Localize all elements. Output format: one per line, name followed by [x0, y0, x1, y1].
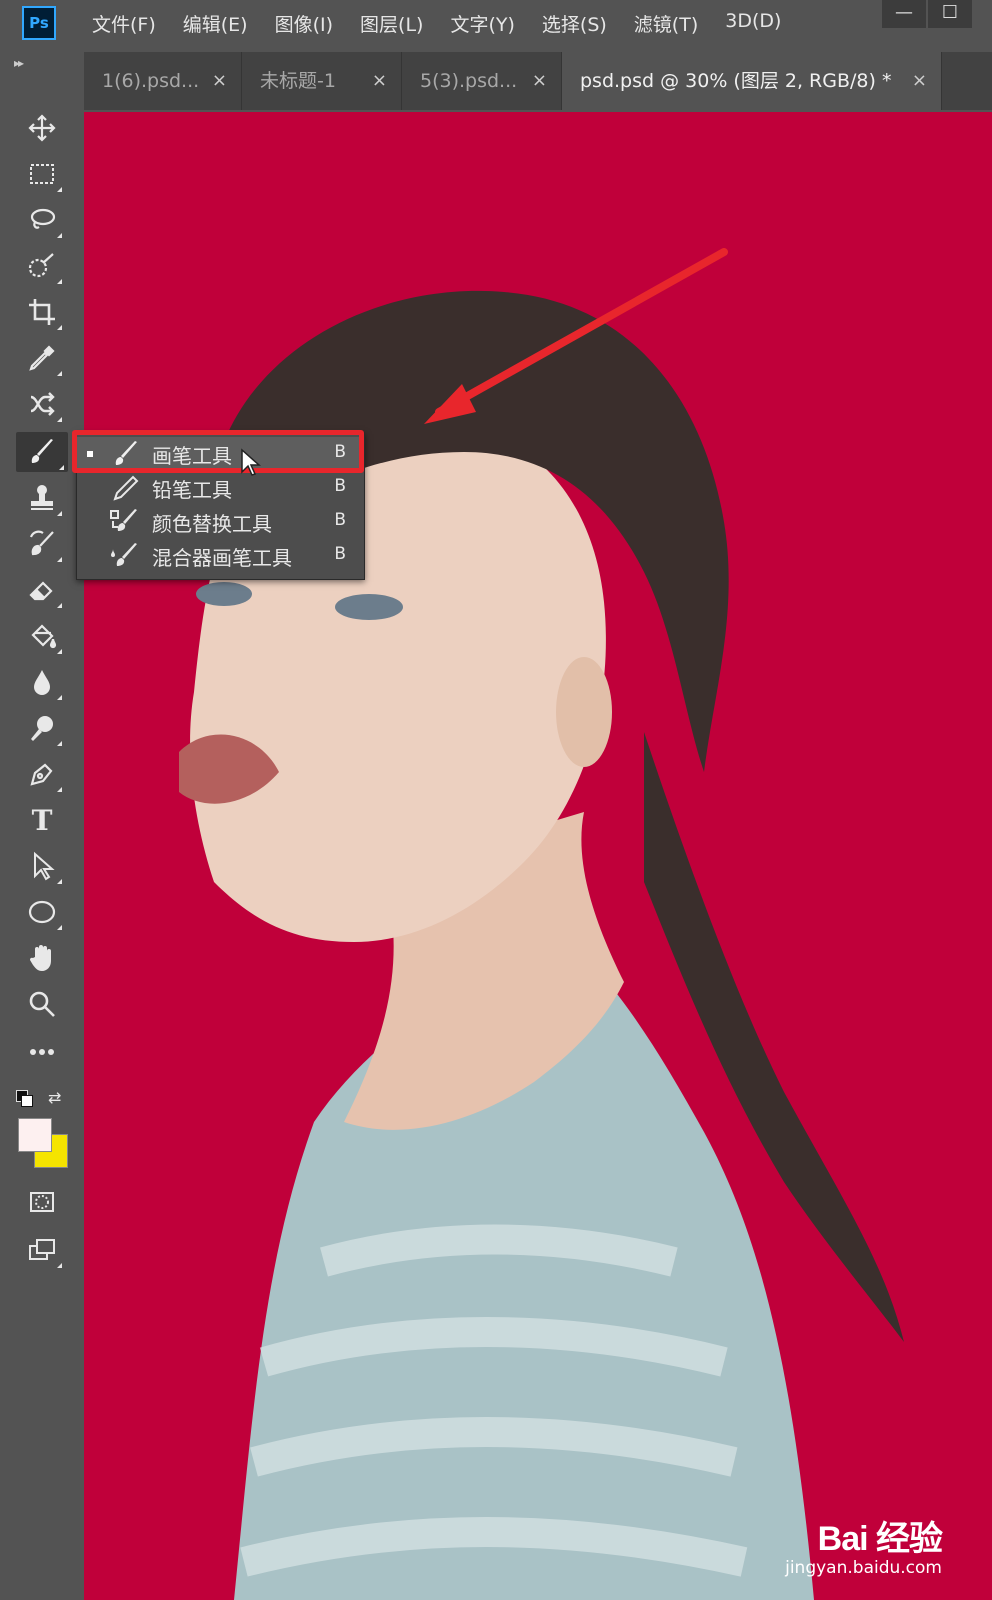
foreground-color-swatch[interactable] [18, 1118, 52, 1152]
crop-icon[interactable] [22, 292, 62, 332]
move-icon[interactable] [22, 108, 62, 148]
hand-icon[interactable] [22, 938, 62, 978]
tools-panel: ▸▸ T ⇄ [0, 52, 84, 1600]
eyedropper-icon[interactable] [22, 338, 62, 378]
tab-close-icon[interactable]: × [212, 52, 227, 110]
window-controls: — ☐ [882, 0, 972, 28]
marquee-icon[interactable] [22, 154, 62, 194]
document-canvas[interactable] [84, 112, 992, 1600]
annotation-highlight-box [72, 430, 364, 473]
flyout-item-pencil[interactable]: 铅笔工具 B [77, 471, 364, 505]
flyout-item-label: 颜色替换工具 [152, 512, 272, 536]
zoom-icon[interactable] [22, 984, 62, 1024]
flyout-item-label: 铅笔工具 [152, 478, 232, 502]
menu-layer[interactable]: 图层(L) [360, 10, 423, 37]
tab-label: psd.psd @ 30% (图层 2, RGB/8) * [580, 70, 892, 92]
menu-image[interactable]: 图像(I) [275, 10, 333, 37]
quick-select-icon[interactable] [22, 246, 62, 286]
pencil-icon [113, 475, 139, 501]
document-tab-bar: 1(6).psd... × 未标题-1 × 5(3).psd... × psd.… [84, 52, 992, 110]
baidu-jingyan-watermark: Bai 经验 jingyan.baidu.com [785, 1511, 943, 1578]
tab-document-1[interactable]: 1(6).psd... × [84, 52, 242, 110]
swap-colors-icon[interactable]: ⇄ [48, 1088, 61, 1107]
tab-label: 未标题-1 [260, 70, 336, 92]
quick-mask-icon[interactable] [22, 1182, 62, 1222]
lasso-icon[interactable] [22, 200, 62, 240]
more-icon[interactable] [22, 1032, 62, 1072]
menu-type[interactable]: 文字(Y) [450, 10, 514, 37]
menu-file[interactable]: 文件(F) [92, 10, 156, 37]
tab-label: 5(3).psd... [420, 70, 518, 92]
tab-label: 1(6).psd... [102, 70, 200, 92]
tab-close-icon[interactable]: × [532, 52, 547, 110]
photoshop-logo: Ps [22, 6, 56, 40]
menu-edit[interactable]: 编辑(E) [183, 10, 248, 37]
shortcut-key: B [334, 476, 346, 496]
stamp-icon[interactable] [22, 478, 62, 518]
watermark-brand: Bai 经验 [817, 1520, 943, 1558]
menu-select[interactable]: 选择(S) [542, 10, 607, 37]
tab-document-active[interactable]: psd.psd @ 30% (图层 2, RGB/8) * × [562, 52, 942, 110]
flyout-item-color-replace[interactable]: 颜色替换工具 B [77, 505, 364, 539]
brush-icon[interactable] [16, 432, 68, 472]
pen-icon[interactable] [22, 754, 62, 794]
blur-icon[interactable] [22, 662, 62, 702]
history-brush-icon[interactable] [22, 524, 62, 564]
menu-filter[interactable]: 滤镜(T) [634, 10, 698, 37]
color-replace-icon [110, 509, 137, 531]
dodge-icon[interactable] [22, 708, 62, 748]
ear [556, 657, 612, 767]
menu-3d[interactable]: 3D(D) [725, 10, 781, 37]
type-icon[interactable]: T [22, 800, 62, 840]
main-menu: 文件(F) 编辑(E) 图像(I) 图层(L) 文字(Y) 选择(S) 滤镜(T… [92, 10, 808, 37]
eraser-icon[interactable] [22, 570, 62, 610]
ellipse-icon[interactable] [22, 892, 62, 932]
mouse-cursor-icon [241, 448, 261, 476]
mixer-brush-icon [111, 543, 137, 566]
tab-document-3[interactable]: 5(3).psd... × [402, 52, 562, 110]
tab-close-icon[interactable]: × [372, 52, 387, 110]
shortcut-key: B [334, 510, 346, 530]
flyout-item-mixer-brush[interactable]: 混合器画笔工具 B [77, 539, 364, 573]
tab-close-icon[interactable]: × [912, 52, 927, 110]
portrait-photo [179, 248, 904, 1600]
default-colors-icon[interactable] [16, 1090, 33, 1107]
healing-icon[interactable] [22, 384, 62, 424]
menu-bar: Ps 文件(F) 编辑(E) 图像(I) 图层(L) 文字(Y) 选择(S) 滤… [0, 0, 992, 50]
restore-button[interactable]: ☐ [928, 0, 972, 28]
minimize-button[interactable]: — [882, 0, 926, 28]
tab-document-2[interactable]: 未标题-1 × [242, 52, 402, 110]
watermark-url: jingyan.baidu.com [785, 1558, 942, 1578]
collapse-panel-icon[interactable]: ▸▸ [14, 56, 24, 70]
shortcut-key: B [334, 544, 346, 564]
flyout-item-label: 混合器画笔工具 [152, 546, 292, 570]
paint-bucket-icon[interactable] [22, 616, 62, 656]
path-select-icon[interactable] [22, 846, 62, 886]
screen-mode-icon[interactable] [22, 1230, 62, 1270]
